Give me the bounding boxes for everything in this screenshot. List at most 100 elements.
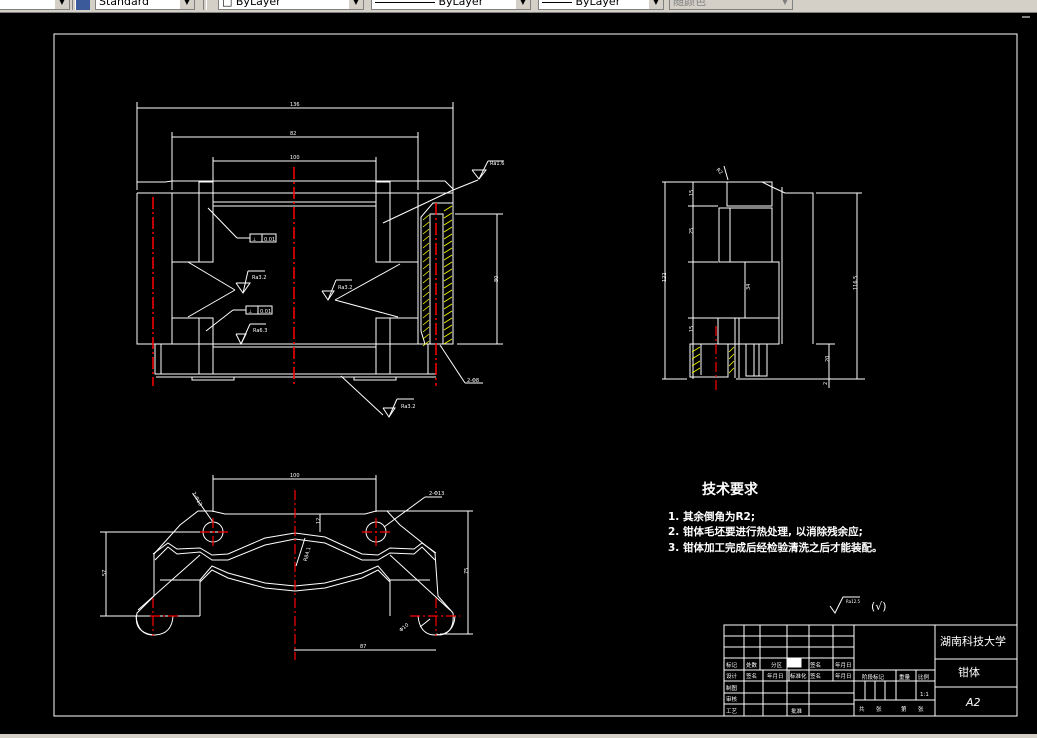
- svg-text:工艺: 工艺: [726, 708, 738, 715]
- svg-text:Ra12.5: Ra12.5: [846, 599, 861, 604]
- lineweight-dropdown[interactable]: ByLayer ▼: [538, 0, 664, 10]
- top-view: [100, 475, 473, 651]
- hatch-line: [443, 240, 453, 247]
- hatch-line: [728, 367, 735, 374]
- svg-text:重量: 重量: [899, 673, 911, 681]
- linetype-dropdown[interactable]: ByLayer ▼: [371, 0, 531, 10]
- hatch-line: [422, 242, 430, 249]
- tech-item: 1. 其余倒角为R2;: [668, 510, 755, 523]
- svg-text:处数: 处数: [746, 661, 758, 669]
- hatch-line: [443, 233, 453, 240]
- tech-item: 2. 钳体毛坯要进行热处理, 以消除残余应;: [668, 525, 863, 538]
- svg-text:116.5: 116.5: [853, 276, 859, 290]
- svg-text:R2: R2: [715, 167, 724, 176]
- chevron-down-icon: ▼: [180, 0, 194, 9]
- color-dropdown[interactable]: □ ByLayer ▼: [218, 0, 364, 10]
- chevron-down-icon: ▼: [649, 0, 663, 9]
- svg-text:80: 80: [494, 276, 500, 282]
- hatch-line: [422, 256, 430, 263]
- chevron-down-icon: ▼: [349, 0, 363, 9]
- svg-text:100: 100: [290, 473, 300, 479]
- svg-text:57: 57: [102, 570, 108, 576]
- hatch-line: [443, 338, 453, 345]
- hatch-line: [422, 214, 430, 221]
- chevron-down-icon: ▼: [778, 0, 792, 9]
- hatch-line: [422, 326, 430, 333]
- svg-text:签名: 签名: [810, 672, 821, 680]
- svg-text:共: 共: [859, 705, 865, 713]
- top-centerlines: [150, 490, 460, 660]
- hatch-line: [422, 249, 430, 256]
- svg-text:15: 15: [689, 326, 695, 332]
- chevron-down-icon: ▼: [55, 0, 69, 9]
- svg-text:阶段标记: 阶段标记: [862, 673, 885, 681]
- svg-text:0.01: 0.01: [264, 237, 275, 243]
- svg-text:张: 张: [918, 705, 924, 713]
- svg-text:标记: 标记: [726, 661, 738, 669]
- svg-text:Ra3.2: Ra3.2: [401, 404, 415, 410]
- dimstyle-dropdown[interactable]: ▼: [0, 0, 70, 10]
- hatch-line: [728, 360, 735, 367]
- toolbar-separator: [203, 0, 207, 10]
- svg-text:年月日: 年月日: [767, 672, 784, 680]
- svg-text:12: 12: [316, 518, 322, 524]
- svg-text:⊥: ⊥: [252, 237, 256, 243]
- svg-text:1:1: 1:1: [920, 692, 929, 698]
- chevron-down-icon: ▼: [516, 0, 530, 9]
- hatch-line: [422, 291, 430, 298]
- svg-text:136: 136: [290, 102, 300, 108]
- title-block-text: 湖南科技大学 钳体 A2 1:1 标记 处数 分区 签名 年月日 设计 签名 年…: [726, 634, 1006, 715]
- svg-text:25: 25: [689, 228, 695, 234]
- svg-text:R84.1: R84.1: [303, 546, 313, 562]
- hatch-line: [422, 235, 430, 242]
- drawing-canvas[interactable]: 136 82 100 80 2-Φ8 Ra1.6 Ra3.2 Ra6.3 Ra3…: [0, 13, 1037, 735]
- hatch-line: [443, 205, 453, 212]
- properties-toolbar: ▼ Standard ▼ □ ByLayer ▼ ByLayer ▼ ByLayer ▼…: [0, 0, 1037, 13]
- hatch-line: [422, 305, 430, 312]
- hatch-line: [728, 346, 735, 353]
- text-style-icon[interactable]: [76, 0, 90, 10]
- status-bar: [0, 734, 1037, 738]
- hatch-line: [443, 219, 453, 226]
- front-centerlines: [152, 167, 437, 387]
- front-hatch: [422, 205, 453, 347]
- svg-text:34: 34: [746, 284, 752, 290]
- svg-text:0.01: 0.01: [260, 309, 271, 315]
- hatch-line: [422, 298, 430, 305]
- hatch-line: [422, 333, 430, 340]
- hatch-line: [422, 319, 430, 326]
- svg-text:第: 第: [901, 705, 907, 713]
- svg-text:年月日: 年月日: [835, 661, 852, 669]
- hatch-line: [443, 324, 453, 331]
- hatch-line: [422, 270, 430, 277]
- svg-text:签名: 签名: [746, 672, 757, 680]
- svg-text:Ra3.2: Ra3.2: [338, 285, 352, 291]
- hatch-line: [422, 263, 430, 270]
- svg-text:87: 87: [360, 644, 366, 650]
- svg-text:2-Φ13: 2-Φ13: [429, 491, 444, 497]
- svg-text:2-Φ8: 2-Φ8: [467, 378, 479, 384]
- side-view: [662, 165, 865, 388]
- top-dim-labels: 100 2-Φ13 2-Φ13 57 75 12 R84.1 Φ10 87: [102, 473, 470, 650]
- hatch-line: [422, 284, 430, 291]
- svg-text:审核: 审核: [726, 695, 738, 703]
- svg-text:张: 张: [876, 705, 882, 713]
- svg-text:批准: 批准: [791, 707, 803, 715]
- svg-text:2-Φ13: 2-Φ13: [190, 491, 203, 507]
- hatch-line: [443, 254, 453, 261]
- hatch-line: [443, 303, 453, 310]
- plotstyle-dropdown[interactable]: 随颜色 ▼: [669, 0, 793, 10]
- hatch-line: [443, 212, 453, 219]
- svg-text:标准化: 标准化: [790, 672, 807, 680]
- svg-text:Ra3.2: Ra3.2: [252, 275, 266, 281]
- text-style-dropdown[interactable]: Standard ▼: [95, 0, 195, 10]
- svg-text:⊥: ⊥: [248, 309, 252, 315]
- svg-text:Ra1.6: Ra1.6: [490, 161, 504, 167]
- svg-text:82: 82: [290, 131, 296, 137]
- svg-text:签名: 签名: [810, 661, 821, 669]
- svg-text:比例: 比例: [918, 673, 930, 681]
- hatch-line: [443, 282, 453, 289]
- hatch-line: [443, 268, 453, 275]
- svg-text:15: 15: [689, 190, 695, 196]
- svg-text:122: 122: [662, 272, 668, 282]
